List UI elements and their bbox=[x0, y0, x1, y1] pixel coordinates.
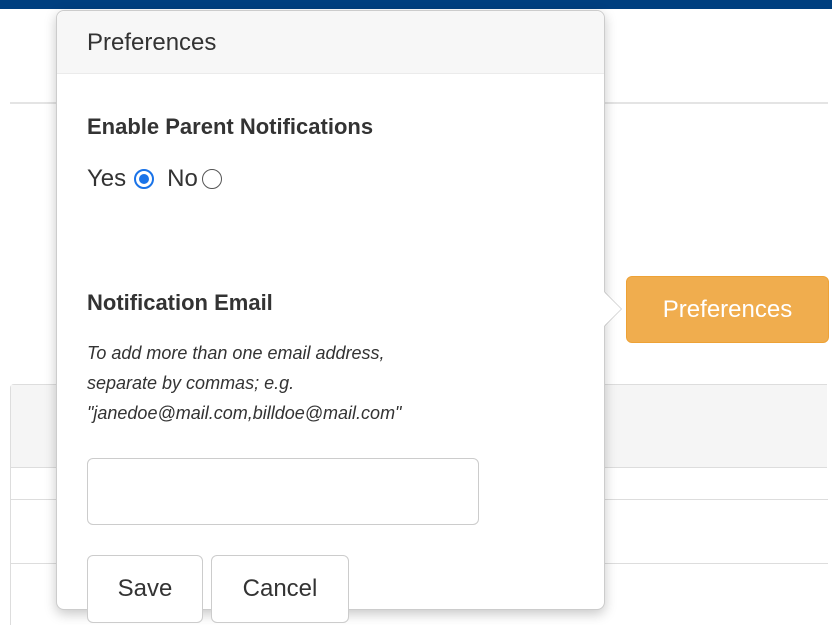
page: Preferences Preferences Enable Parent No… bbox=[0, 0, 832, 625]
preferences-button[interactable]: Preferences bbox=[626, 276, 829, 343]
radio-yes[interactable] bbox=[134, 169, 155, 189]
notifications-radio-group: Yes No bbox=[87, 164, 222, 194]
email-help-text: To add more than one email address, sepa… bbox=[87, 338, 547, 428]
popover-arrow-inner bbox=[603, 291, 621, 327]
radio-no[interactable] bbox=[201, 169, 222, 189]
top-nav-bar bbox=[0, 0, 832, 9]
email-heading: Notification Email bbox=[87, 290, 273, 315]
radio-label-no: No bbox=[167, 165, 198, 192]
cancel-button[interactable]: Cancel bbox=[211, 555, 349, 623]
preferences-popover: Preferences Enable Parent Notifications … bbox=[56, 10, 605, 623]
help-line: separate by commas; e.g. bbox=[87, 373, 295, 393]
notifications-heading: Enable Parent Notifications bbox=[87, 114, 374, 139]
help-line: To add more than one email address, bbox=[87, 343, 385, 363]
popover-title: Preferences bbox=[57, 11, 604, 74]
help-line: "janedoe@mail.com,billdoe@mail.com" bbox=[87, 403, 402, 423]
notification-email-input[interactable] bbox=[87, 458, 479, 525]
radio-label-yes: Yes bbox=[87, 165, 127, 192]
save-button[interactable]: Save bbox=[87, 555, 203, 623]
